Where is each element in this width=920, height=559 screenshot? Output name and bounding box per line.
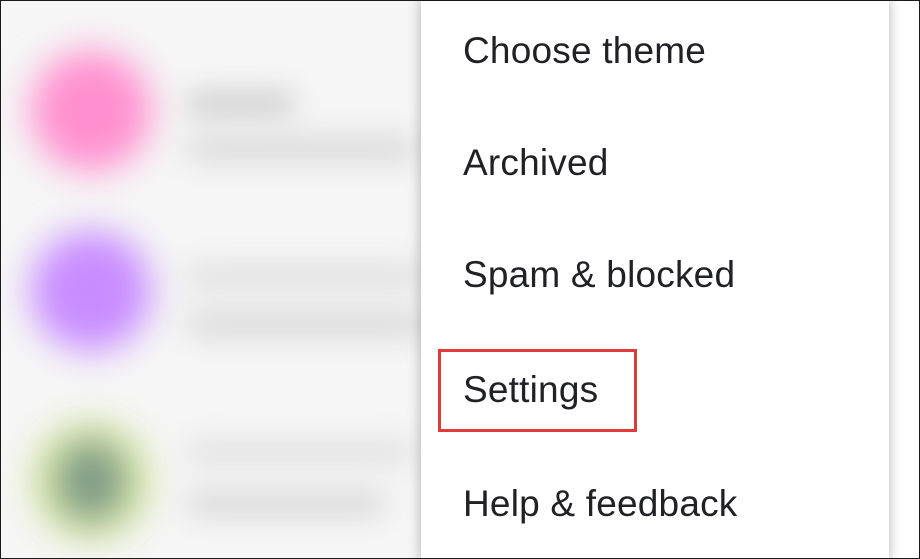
- menu-item-label: Archived: [463, 142, 609, 183]
- menu-item-label: Help & feedback: [463, 483, 738, 524]
- conversation-snippet-blurred: [186, 491, 386, 517]
- conversation-item[interactable]: [1, 21, 431, 191]
- conversation-list-blurred: [1, 1, 431, 558]
- menu-item-label: Spam & blocked: [463, 254, 736, 295]
- conversation-snippet-blurred: [186, 136, 416, 162]
- menu-item-choose-theme[interactable]: Choose theme: [421, 1, 889, 101]
- menu-item-spam-blocked[interactable]: Spam & blocked: [421, 225, 889, 325]
- conversation-name-blurred: [186, 91, 296, 117]
- avatar: [31, 231, 151, 351]
- menu-item-help-feedback[interactable]: Help & feedback: [421, 454, 889, 554]
- menu-item-settings[interactable]: Settings: [421, 340, 889, 440]
- conversation-name-blurred: [186, 263, 426, 289]
- conversation-name-blurred: [186, 439, 416, 465]
- conversation-snippet-blurred: [186, 311, 426, 337]
- avatar: [31, 51, 151, 171]
- conversation-item[interactable]: [1, 201, 431, 371]
- screenshot-frame: Choose theme Archived Spam & blocked Set…: [0, 0, 920, 559]
- menu-item-archived[interactable]: Archived: [421, 113, 889, 213]
- menu-item-label: Choose theme: [463, 30, 707, 71]
- overflow-menu: Choose theme Archived Spam & blocked Set…: [421, 1, 889, 558]
- avatar-photo-blurred: [56, 441, 126, 521]
- menu-item-label: Settings: [463, 369, 599, 410]
